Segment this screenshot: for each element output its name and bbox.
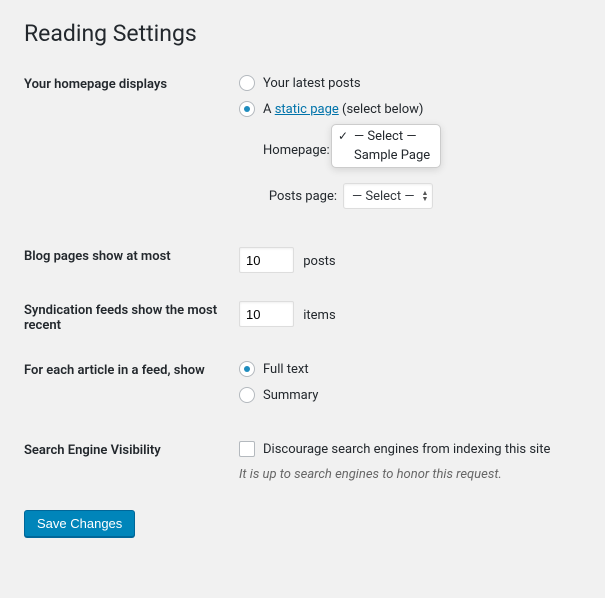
dropdown-item-sample[interactable]: Sample Page (332, 146, 440, 165)
syndication-input[interactable] (239, 301, 294, 327)
radio-icon (239, 387, 255, 403)
dropdown-item-select[interactable]: — Select — (332, 127, 440, 146)
checkbox-icon (239, 441, 255, 457)
blog-pages-input[interactable] (239, 247, 294, 273)
blog-pages-row: Blog pages show at most posts (24, 247, 581, 273)
radio-static-page[interactable]: A static page (select below) (239, 101, 581, 117)
homepage-row: Your homepage displays Your latest posts… (24, 75, 581, 219)
checkbox-label: Discourage search engines from indexing … (263, 442, 550, 457)
homepage-select-row: Homepage: — Select — Sample Page (263, 127, 581, 173)
posts-page-select[interactable]: — Select — ▲▼ (343, 183, 433, 209)
homepage-dropdown-menu: — Select — Sample Page (331, 124, 441, 168)
discourage-checkbox-row[interactable]: Discourage search engines from indexing … (239, 441, 581, 457)
radio-full-text[interactable]: Full text (239, 361, 581, 377)
syndication-label: Syndication feeds show the most recent (24, 301, 239, 333)
homepage-select-label: Homepage: (263, 143, 336, 158)
radio-summary[interactable]: Summary (239, 387, 581, 403)
search-visibility-row: Search Engine Visibility Discourage sear… (24, 441, 581, 482)
blog-pages-unit: posts (303, 254, 335, 269)
homepage-label: Your homepage displays (24, 75, 239, 92)
feed-article-label: For each article in a feed, show (24, 361, 239, 378)
radio-label: A static page (select below) (263, 102, 423, 117)
blog-pages-label: Blog pages show at most (24, 247, 239, 264)
syndication-unit: items (303, 308, 335, 323)
posts-page-select-row: Posts page: — Select — ▲▼ (263, 183, 581, 209)
static-page-link[interactable]: static page (275, 102, 339, 117)
posts-page-select-label: Posts page: (263, 189, 343, 204)
feed-article-row: For each article in a feed, show Full te… (24, 361, 581, 413)
radio-label: Summary (263, 388, 318, 403)
radio-icon (239, 75, 255, 91)
page-title: Reading Settings (24, 20, 581, 47)
search-visibility-description: It is up to search engines to honor this… (239, 467, 581, 482)
chevron-updown-icon: ▲▼ (422, 190, 429, 202)
radio-icon (239, 361, 255, 377)
syndication-row: Syndication feeds show the most recent i… (24, 301, 581, 333)
search-visibility-label: Search Engine Visibility (24, 441, 239, 458)
radio-icon (239, 101, 255, 117)
save-changes-button[interactable]: Save Changes (24, 510, 135, 537)
radio-label: Full text (263, 362, 309, 377)
radio-latest-posts[interactable]: Your latest posts (239, 75, 581, 91)
radio-label: Your latest posts (263, 76, 361, 91)
